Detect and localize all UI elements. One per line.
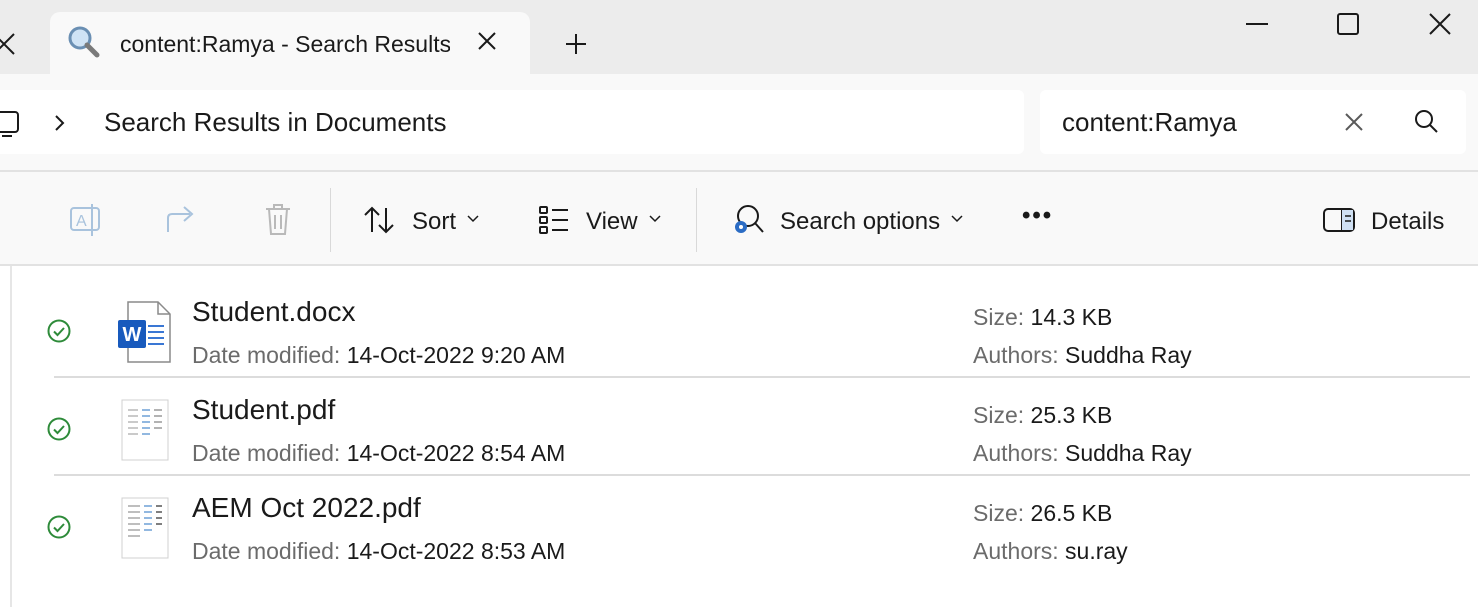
copy-icon[interactable]	[0, 206, 8, 236]
search-icon[interactable]	[1412, 108, 1440, 136]
pdf-thumbnail-icon	[121, 399, 169, 461]
address-bar[interactable]: Search Results in Documents	[0, 90, 1024, 154]
address-row: Search Results in Documents content:Ramy…	[0, 74, 1478, 170]
file-name[interactable]: Student.docx	[192, 296, 355, 328]
list-item[interactable]: W Student.docx Date modified: 14-Oct-202…	[0, 280, 1478, 378]
new-tab-icon[interactable]	[562, 30, 590, 58]
breadcrumb[interactable]: Search Results in Documents	[104, 107, 446, 138]
divider	[0, 264, 1478, 266]
command-bar: A Sort View Search options ••• Details	[0, 172, 1478, 264]
search-input[interactable]: content:Ramya	[1062, 107, 1237, 138]
more-options-button[interactable]: •••	[1022, 202, 1053, 230]
date-modified: Date modified: 14-Oct-2022 8:53 AM	[192, 538, 566, 564]
search-options-button[interactable]: Search options	[780, 208, 940, 236]
chevron-down-icon[interactable]	[950, 214, 964, 224]
available-check-icon	[47, 515, 71, 539]
svg-text:A: A	[76, 213, 87, 230]
date-modified: Date modified: 14-Oct-2022 9:20 AM	[192, 342, 566, 368]
minimize-icon[interactable]	[1242, 10, 1272, 40]
available-check-icon	[47, 417, 71, 441]
rename-icon[interactable]: A	[68, 202, 104, 238]
svg-text:W: W	[123, 324, 142, 346]
file-size: Size: 26.5 KB	[973, 500, 1113, 526]
sort-button[interactable]: Sort	[412, 208, 456, 236]
view-button[interactable]: View	[586, 208, 638, 236]
delete-icon[interactable]	[262, 202, 294, 238]
file-name[interactable]: Student.pdf	[192, 394, 335, 426]
view-icon[interactable]	[538, 204, 570, 236]
maximize-icon[interactable]	[1332, 10, 1362, 40]
chevron-right-icon[interactable]	[50, 112, 70, 134]
title-bar: content:Ramya - Search Results in Docume…	[0, 0, 1478, 74]
clear-search-icon[interactable]	[1342, 110, 1366, 134]
chevron-down-icon[interactable]	[648, 214, 662, 224]
file-authors: Authors: Suddha Ray	[973, 342, 1192, 368]
share-icon[interactable]	[164, 204, 200, 236]
computer-icon[interactable]	[0, 108, 26, 138]
file-authors: Authors: su.ray	[973, 538, 1128, 564]
word-document-icon: W	[118, 301, 171, 363]
separator	[696, 188, 697, 252]
date-modified: Date modified: 14-Oct-2022 8:54 AM	[192, 440, 566, 466]
pdf-thumbnail-icon	[121, 497, 169, 559]
file-size: Size: 14.3 KB	[973, 304, 1113, 330]
tab-title: content:Ramya - Search Results in Docume…	[120, 31, 450, 57]
sort-icon[interactable]	[362, 204, 398, 236]
window-close-icon[interactable]	[1424, 8, 1456, 40]
chevron-down-icon[interactable]	[466, 214, 480, 224]
available-check-icon	[47, 319, 71, 343]
list-item[interactable]: AEM Oct 2022.pdf Date modified: 14-Oct-2…	[0, 476, 1478, 574]
close-icon[interactable]	[0, 28, 20, 60]
details-button[interactable]: Details	[1371, 208, 1444, 236]
file-authors: Authors: Suddha Ray	[973, 440, 1192, 466]
tab-search-results[interactable]: content:Ramya - Search Results in Docume…	[50, 12, 530, 74]
file-name[interactable]: AEM Oct 2022.pdf	[192, 492, 421, 524]
search-box[interactable]: content:Ramya	[1040, 90, 1466, 154]
search-icon	[68, 26, 100, 58]
details-pane-icon[interactable]	[1322, 206, 1356, 234]
close-tab-icon[interactable]	[474, 28, 500, 54]
separator	[330, 188, 331, 252]
search-options-icon[interactable]	[730, 202, 766, 238]
list-item[interactable]: Student.pdf Date modified: 14-Oct-2022 8…	[0, 378, 1478, 476]
file-size: Size: 25.3 KB	[973, 402, 1113, 428]
